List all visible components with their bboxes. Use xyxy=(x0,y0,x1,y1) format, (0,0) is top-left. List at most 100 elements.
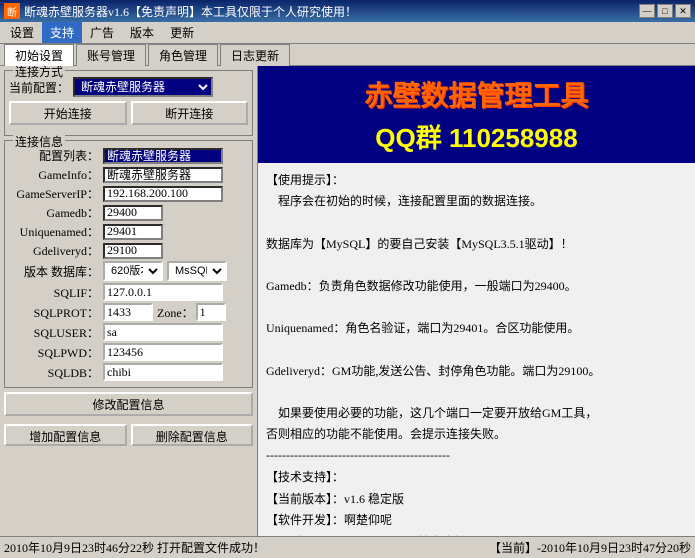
tab-initial-setup[interactable]: 初始设置 xyxy=(4,44,74,66)
modify-config-button[interactable]: 修改配置信息 xyxy=(4,392,253,416)
sqlpwd-input[interactable] xyxy=(103,343,223,361)
uniquenamed-row: Uniquenamed： 29401 xyxy=(9,223,248,240)
usage-line-3 xyxy=(266,256,687,275)
usage-line-10: 如果要使用必要的功能，这几个端口一定要开放给GM工具， xyxy=(266,404,687,423)
title-bar: 断 断魂赤壁服务器v1.6【免责声明】本工具仅限于个人研究使用！ — □ ✕ xyxy=(0,0,695,22)
tech-version-label: 【当前版本】： xyxy=(266,489,344,511)
left-panel: 连接方式 当前配置： 断魂赤壁服务器 开始连接 断开连接 连接信息 配置列表： … xyxy=(0,66,258,536)
menu-support[interactable]: 支持 xyxy=(42,22,82,43)
start-connect-button[interactable]: 开始连接 xyxy=(9,101,127,125)
tech-title: 【技术支持】： xyxy=(266,468,687,487)
tech-version-value: v1.6 稳定版 xyxy=(344,489,404,511)
version-select[interactable]: 620版本 xyxy=(103,261,163,281)
tab-log-update[interactable]: 日志更新 xyxy=(220,44,290,66)
close-button[interactable]: ✕ xyxy=(675,4,691,18)
tech-dev-label: 【软件开发】： xyxy=(266,510,344,532)
usage-line-4: Gamedb：负责角色数据修改功能使用，一般端口为29400。 xyxy=(266,277,687,296)
menu-settings[interactable]: 设置 xyxy=(2,22,42,43)
right-panel: 赤壁数据管理工具 QQ群 110258988 【使用提示】： 程序会在初始的时候… xyxy=(258,66,695,536)
version-label: 版本 数据库： xyxy=(9,263,99,280)
tab-account-management[interactable]: 账号管理 xyxy=(76,44,146,66)
zone-input[interactable] xyxy=(196,303,226,321)
zone-label: Zone： xyxy=(157,304,194,321)
tech-qq-value: 3315160（远程技术支持） xyxy=(340,532,478,536)
usage-line-8: Gdeliveryd：GM功能,发送公告、封停角色功能。端口为29100。 xyxy=(266,362,687,381)
tech-version-row: 【当前版本】： v1.6 稳定版 xyxy=(266,489,687,511)
delete-config-button[interactable]: 删除配置信息 xyxy=(131,424,254,446)
sqlprot-row: SQLPROT： Zone： xyxy=(9,303,248,321)
minimize-button[interactable]: — xyxy=(639,4,655,18)
sqlpwd-row: SQLPWD： xyxy=(9,343,248,361)
version-row: 版本 数据库： 620版本 MsSQL库 xyxy=(9,261,248,281)
add-config-button[interactable]: 增加配置信息 xyxy=(4,424,127,446)
sqlprot-input[interactable] xyxy=(103,303,153,321)
gameinfo-value: 断魂赤壁服务器 xyxy=(103,167,223,183)
usage-line-7 xyxy=(266,341,687,360)
usage-line-9 xyxy=(266,383,687,402)
gameserverip-row: GameServerIP： 192.168.200.100 xyxy=(9,185,248,202)
sqldb-input[interactable] xyxy=(103,363,223,381)
menu-update[interactable]: 更新 xyxy=(162,22,202,43)
gdeliveryd-label: Gdeliveryd： xyxy=(9,242,99,259)
status-bar: 2010年10月9日23时46分22秒 打开配置文件成功！ 【当前】-2010年… xyxy=(0,536,695,558)
gameserverip-label: GameServerIP： xyxy=(9,185,99,202)
tech-qq-row: 【联系 QQ】： 3315160（远程技术支持） xyxy=(266,532,687,536)
sqluser-input[interactable] xyxy=(103,323,223,341)
usage-line-0: 程序会在初始的时候，连接配置里面的数据连接。 xyxy=(266,192,687,211)
gameinfo-label: GameInfo： xyxy=(9,166,99,183)
connection-info-group: 连接信息 配置列表： 断魂赤壁服务器 GameInfo： 断魂赤壁服务器 Gam… xyxy=(4,140,253,388)
gamedb-label: Gamedb： xyxy=(9,204,99,221)
connect-buttons: 开始连接 断开连接 xyxy=(9,101,248,125)
maximize-button[interactable]: □ xyxy=(657,4,673,18)
gamedb-row: Gamedb： 29400 xyxy=(9,204,248,221)
sqluser-row: SQLUSER： xyxy=(9,323,248,341)
sqlif-input[interactable] xyxy=(103,283,223,301)
uniquenamed-label: Uniquenamed： xyxy=(9,223,99,240)
tab-role-management[interactable]: 角色管理 xyxy=(148,44,218,66)
gdeliveryd-value: 29100 xyxy=(103,243,163,259)
usage-title: 【使用提示】： xyxy=(266,171,687,190)
connection-method-group: 连接方式 当前配置： 断魂赤壁服务器 开始连接 断开连接 xyxy=(4,70,253,136)
status-right: 【当前】-2010年10月9日23时47分20秒 xyxy=(489,539,691,556)
tech-dev-value: 啊楚仰呢 xyxy=(344,510,392,532)
sqlif-label: SQLIF： xyxy=(9,284,99,301)
uniquenamed-value: 29401 xyxy=(103,224,163,240)
db-type-select[interactable]: MsSQL库 xyxy=(167,261,227,281)
menu-ad[interactable]: 广告 xyxy=(82,22,122,43)
tech-dev-row: 【软件开发】： 啊楚仰呢 xyxy=(266,510,687,532)
tech-support: 【当前版本】： v1.6 稳定版 【软件开发】： 啊楚仰呢 【联系 QQ】： 3… xyxy=(266,489,687,536)
usage-divider: ----------------------------------------… xyxy=(266,446,687,465)
current-config-row: 当前配置： 断魂赤壁服务器 xyxy=(9,77,248,97)
connection-info-label: 连接信息 xyxy=(13,133,65,150)
tech-qq-label: 【联系 QQ】： xyxy=(266,532,340,536)
status-left: 2010年10月9日23时46分22秒 打开配置文件成功！ xyxy=(4,539,265,556)
menu-bar: 设置 支持 广告 版本 更新 xyxy=(0,22,695,44)
sqlpwd-label: SQLPWD： xyxy=(9,344,99,361)
banner: 赤壁数据管理工具 QQ群 110258988 xyxy=(258,66,695,163)
config-list-value: 断魂赤壁服务器 xyxy=(103,148,223,164)
gdeliveryd-row: Gdeliveryd： 29100 xyxy=(9,242,248,259)
stop-connect-button[interactable]: 断开连接 xyxy=(131,101,249,125)
sqlprot-label: SQLPROT： xyxy=(9,304,99,321)
window-controls: — □ ✕ xyxy=(639,4,691,18)
right-content: 【使用提示】： 程序会在初始的时候，连接配置里面的数据连接。 数据库为【MySQ… xyxy=(258,163,695,536)
config-dropdown[interactable]: 断魂赤壁服务器 xyxy=(73,77,213,97)
connection-method-label: 连接方式 xyxy=(13,66,65,80)
title-text: 断魂赤壁服务器v1.6【免责声明】本工具仅限于个人研究使用！ xyxy=(24,3,639,20)
config-action-buttons: 增加配置信息 删除配置信息 xyxy=(4,424,253,446)
tab-bar: 初始设置 账号管理 角色管理 日志更新 xyxy=(0,44,695,66)
banner-qq: QQ群 110258988 xyxy=(266,118,687,155)
banner-title: 赤壁数据管理工具 xyxy=(266,74,687,114)
menu-version[interactable]: 版本 xyxy=(122,22,162,43)
usage-line-6: Uniquenamed：角色名验证，端口为29401。合区功能使用。 xyxy=(266,319,687,338)
gamedb-value: 29400 xyxy=(103,205,163,221)
usage-line-2: 数据库为【MySQL】的要自己安装【MySQL3.5.1驱动】！ xyxy=(266,235,687,254)
sqldb-row: SQLDB： xyxy=(9,363,248,381)
sqlif-row: SQLIF： xyxy=(9,283,248,301)
app-icon: 断 xyxy=(4,3,20,19)
gameserverip-value: 192.168.200.100 xyxy=(103,186,223,202)
sqluser-label: SQLUSER： xyxy=(9,324,99,341)
sqldb-label: SQLDB： xyxy=(9,364,99,381)
usage-line-1 xyxy=(266,213,687,232)
usage-line-5 xyxy=(266,298,687,317)
